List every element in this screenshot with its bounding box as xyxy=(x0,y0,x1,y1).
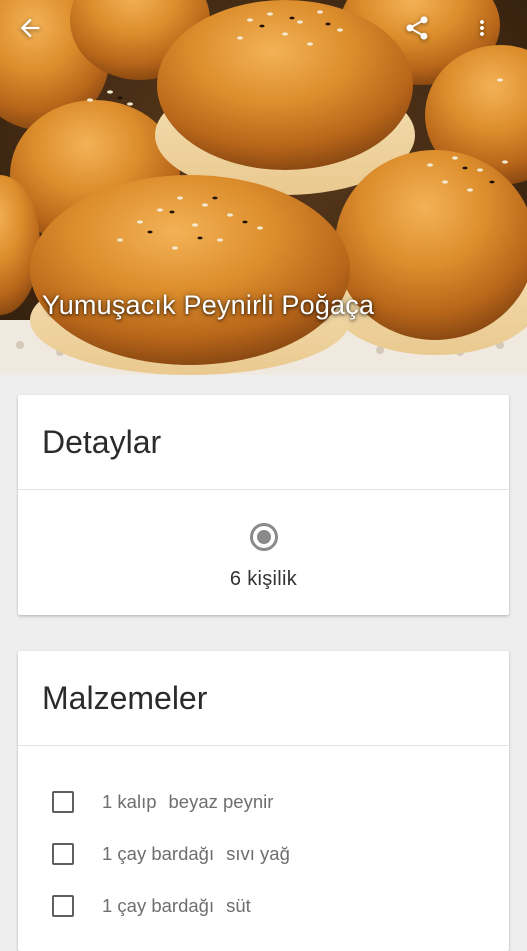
ingredient-row[interactable]: 1 çay bardağı süt xyxy=(18,880,509,932)
ingredient-name: süt xyxy=(226,895,251,916)
ingredient-name: sıvı yağ xyxy=(226,843,290,864)
ingredient-quantity: 1 kalıp xyxy=(102,791,157,812)
recipe-hero-image: Yumuşacık Peynirli Poğaça xyxy=(0,0,527,375)
ingredient-checkbox[interactable] xyxy=(52,895,74,917)
servings-section: 6 kişilik xyxy=(18,490,509,591)
ingredient-name: beyaz peynir xyxy=(168,791,274,812)
more-options-button[interactable] xyxy=(470,14,520,64)
ingredient-quantity: 1 çay bardağı xyxy=(102,895,215,916)
ingredient-checkbox[interactable] xyxy=(52,791,74,813)
ingredient-quantity: 1 çay bardağı xyxy=(102,843,215,864)
details-heading: Detaylar xyxy=(18,395,509,490)
ingredient-row[interactable]: 1 çay bardağı sıvı yağ xyxy=(18,828,509,880)
back-button[interactable] xyxy=(16,14,66,64)
ingredient-list: 1 kalıp beyaz peynir 1 çay bardağı sıvı … xyxy=(18,746,509,932)
details-card: Detaylar 6 kişilik xyxy=(18,395,509,615)
ingredient-row[interactable]: 1 kalıp beyaz peynir xyxy=(18,776,509,828)
share-icon xyxy=(406,16,428,40)
ingredient-checkbox[interactable] xyxy=(52,843,74,865)
ingredients-card: Malzemeler 1 kalıp beyaz peynir 1 çay ba… xyxy=(18,651,509,951)
servings-text: 6 kişilik xyxy=(229,568,298,590)
arrow-back-icon xyxy=(20,18,40,38)
recipe-title: Yumuşacık Peynirli Poğaça xyxy=(42,290,375,320)
more-vert-icon xyxy=(480,20,484,36)
share-button[interactable] xyxy=(403,14,453,64)
ingredients-heading: Malzemeler xyxy=(18,651,509,746)
radio-circle-icon xyxy=(249,523,278,551)
